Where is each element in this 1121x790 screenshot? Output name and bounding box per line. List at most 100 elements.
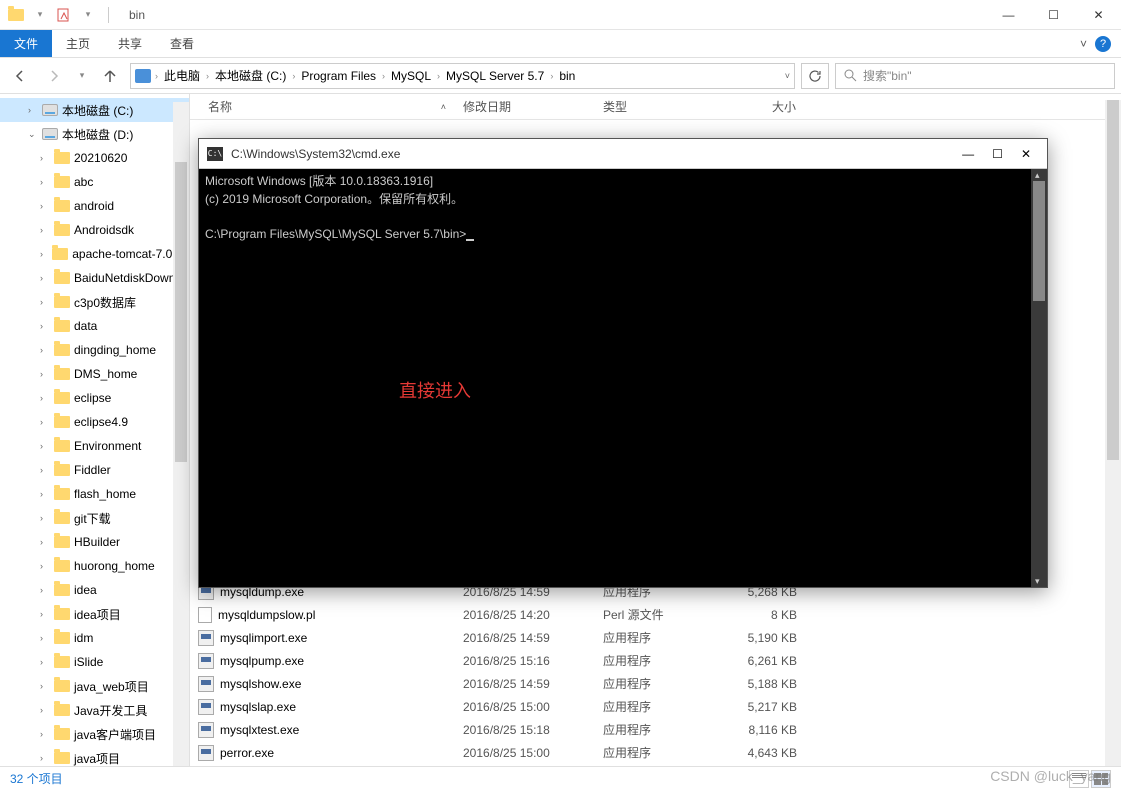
folder-label: apache-tomcat-7.0.78 [72, 247, 189, 261]
folder-icon [54, 416, 70, 428]
sidebar-folder[interactable]: ›git下载 [0, 506, 189, 530]
sidebar-folder[interactable]: ›Androidsdk [0, 218, 189, 242]
col-name[interactable]: 名称˄ [190, 94, 455, 119]
crumb-5[interactable]: bin [555, 69, 579, 83]
col-size[interactable]: 大小 [715, 94, 805, 119]
sidebar-drive-c[interactable]: › 本地磁盘 (C:) [0, 98, 189, 122]
chevron-right-icon: › [40, 585, 50, 595]
back-button[interactable] [6, 62, 34, 90]
crumb-0[interactable]: 此电脑 [160, 67, 204, 84]
sidebar-folder[interactable]: ›huorong_home [0, 554, 189, 578]
help-icon[interactable]: ? [1095, 36, 1111, 52]
sidebar-folder[interactable]: ›abc [0, 170, 189, 194]
refresh-button[interactable] [801, 63, 829, 89]
crumb-4[interactable]: MySQL Server 5.7 [442, 69, 548, 83]
crumb-2[interactable]: Program Files [297, 69, 380, 83]
chevron-right-icon: › [40, 513, 50, 523]
maximize-button[interactable]: ☐ [1031, 0, 1076, 30]
forward-button[interactable] [40, 62, 68, 90]
cmd-scrollbar[interactable]: ▴ ▾ [1031, 169, 1047, 587]
sidebar-folder[interactable]: ›iSlide [0, 650, 189, 674]
sidebar-folder[interactable]: ›DMS_home [0, 362, 189, 386]
sidebar-folder[interactable]: ›idm [0, 626, 189, 650]
chevron-right-icon: › [40, 273, 50, 283]
main-scrollbar[interactable] [1105, 100, 1121, 766]
file-row[interactable]: mysqlslap.exe2016/8/25 15:00应用程序5,217 KB [190, 695, 1121, 718]
properties-icon[interactable] [56, 7, 72, 23]
tab-view[interactable]: 查看 [156, 30, 208, 57]
sidebar-folder[interactable]: ›idea [0, 578, 189, 602]
exe-icon [198, 745, 214, 761]
sidebar-folder[interactable]: ›20210620 [0, 146, 189, 170]
sidebar-folder[interactable]: ›java项目 [0, 746, 189, 766]
sidebar-folder[interactable]: ›HBuilder [0, 530, 189, 554]
pl-icon [198, 607, 212, 623]
sidebar-folder[interactable]: ›android [0, 194, 189, 218]
chevron-right-icon: › [40, 561, 50, 571]
file-row[interactable]: mysqlpump.exe2016/8/25 15:16应用程序6,261 KB [190, 649, 1121, 672]
file-date: 2016/8/25 15:18 [455, 723, 595, 737]
folder-label: BaiduNetdiskDownlo [74, 271, 185, 285]
chevron-down-icon[interactable]: ▾ [32, 7, 48, 23]
folder-icon [54, 176, 70, 188]
tab-home[interactable]: 主页 [52, 30, 104, 57]
col-date[interactable]: 修改日期 [455, 94, 595, 119]
up-button[interactable] [96, 62, 124, 90]
folder-icon [54, 584, 70, 596]
file-row[interactable]: mysqlimport.exe2016/8/25 14:59应用程序5,190 … [190, 626, 1121, 649]
breadcrumb[interactable]: › 此电脑 › 本地磁盘 (C:) › Program Files › MySQ… [130, 63, 795, 89]
cmd-maximize[interactable]: ☐ [992, 147, 1003, 161]
chevron-right-icon: › [40, 465, 50, 475]
file-date: 2016/8/25 15:00 [455, 746, 595, 760]
cmd-minimize[interactable]: — [962, 147, 974, 161]
sidebar-scrollbar[interactable] [173, 102, 189, 766]
folder-label: eclipse4.9 [74, 415, 128, 429]
sidebar-folder[interactable]: ›flash_home [0, 482, 189, 506]
file-date: 2016/8/25 14:20 [455, 608, 595, 622]
chevron-right-icon: › [40, 441, 50, 451]
col-type[interactable]: 类型 [595, 94, 715, 119]
sidebar-folder[interactable]: ›Java开发工具 [0, 698, 189, 722]
chevron-right-icon: › [40, 705, 50, 715]
file-size: 6,261 KB [715, 654, 805, 668]
minimize-button[interactable]: — [986, 0, 1031, 30]
sidebar-folder[interactable]: ›dingding_home [0, 338, 189, 362]
sidebar-folder[interactable]: › BaiduNetdiskDownlo [0, 266, 189, 290]
sidebar-folder[interactable]: ›idea项目 [0, 602, 189, 626]
file-row[interactable]: mysqlshow.exe2016/8/25 14:59应用程序5,188 KB [190, 672, 1121, 695]
sidebar-folder[interactable]: ›java_web项目 [0, 674, 189, 698]
search-input[interactable]: 搜索"bin" [835, 63, 1115, 89]
sidebar-folder[interactable]: ›eclipse [0, 386, 189, 410]
folder-icon [54, 488, 70, 500]
history-dropdown[interactable]: ▾ [74, 62, 90, 90]
folder-label: idea项目 [74, 606, 121, 623]
expand-ribbon-icon[interactable]: ˅ [1080, 37, 1087, 51]
cmd-titlebar[interactable]: C:\ C:\Windows\System32\cmd.exe — ☐ ✕ [199, 139, 1047, 169]
watermark: CSDN @luck_yang [990, 768, 1111, 784]
crumb-3[interactable]: MySQL [387, 69, 435, 83]
sidebar-folder[interactable]: ›apache-tomcat-7.0.78 [0, 242, 189, 266]
sidebar-folder[interactable]: ›java客户端项目 [0, 722, 189, 746]
cmd-close[interactable]: ✕ [1021, 147, 1031, 161]
sidebar-folder[interactable]: ›data [0, 314, 189, 338]
chevron-right-icon: › [40, 369, 50, 379]
file-row[interactable]: mysqlxtest.exe2016/8/25 15:18应用程序8,116 K… [190, 718, 1121, 741]
sidebar-folder[interactable]: ›c3p0数据库 [0, 290, 189, 314]
chevron-down-icon[interactable]: ▾ [80, 7, 96, 23]
tab-file[interactable]: 文件 [0, 30, 52, 57]
tab-share[interactable]: 共享 [104, 30, 156, 57]
chevron-right-icon: › [292, 71, 295, 81]
sidebar-folder[interactable]: ›eclipse4.9 [0, 410, 189, 434]
file-row[interactable]: perror.exe2016/8/25 15:00应用程序4,643 KB [190, 741, 1121, 764]
cmd-terminal[interactable]: Microsoft Windows [版本 10.0.18363.1916] (… [199, 169, 1047, 587]
crumb-1[interactable]: 本地磁盘 (C:) [211, 67, 290, 84]
file-row[interactable]: mysqldumpslow.pl2016/8/25 14:20Perl 源文件8… [190, 603, 1121, 626]
cmd-window: C:\ C:\Windows\System32\cmd.exe — ☐ ✕ Mi… [198, 138, 1048, 588]
close-button[interactable]: ✕ [1076, 0, 1121, 30]
file-type: 应用程序 [595, 698, 715, 715]
sidebar-drive-d[interactable]: ⌄ 本地磁盘 (D:) [0, 122, 189, 146]
breadcrumb-dropdown[interactable]: ˅ [785, 71, 790, 81]
search-icon [844, 69, 857, 82]
sidebar-folder[interactable]: ›Environment [0, 434, 189, 458]
sidebar-folder[interactable]: ›Fiddler [0, 458, 189, 482]
